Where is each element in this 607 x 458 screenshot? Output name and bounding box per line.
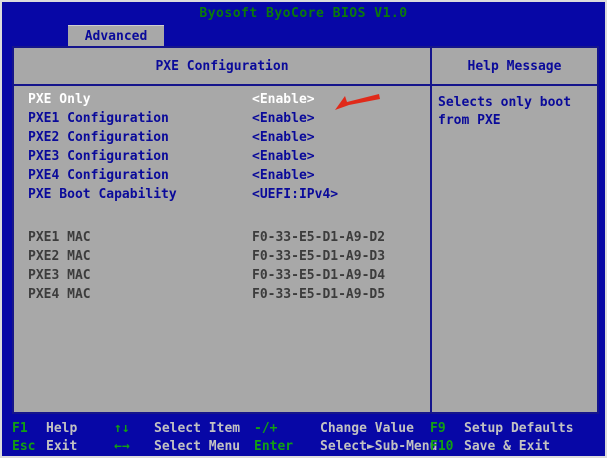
settings-list: PXE Only <Enable> PXE1 Configuration <En… [14,86,432,412]
hotkey-key: F1 [12,420,46,437]
setting-value: <Enable> [252,111,315,126]
hotkey-action: Select Menu [154,438,240,455]
info-label: PXE4 MAC [28,287,91,302]
main-panel: PXE Configuration Help Message PXE Only … [12,46,599,414]
info-value: F0-33-E5-D1-A9-D3 [252,249,385,264]
setting-label: PXE2 Configuration [28,130,169,145]
hotkey-key: F9 [430,420,464,437]
info-label: PXE1 MAC [28,230,91,245]
setting-label: PXE Only [28,92,91,107]
info-row-pxe3-mac: PXE3 MAC F0-33-E5-D1-A9-D4 [14,268,430,287]
hotkey-key: -/+ [254,420,320,437]
hotkey-action: Help [46,420,77,437]
list-spacer [14,206,430,230]
setting-row-pxe-boot-capability[interactable]: PXE Boot Capability <UEFI:IPv4> [14,187,430,206]
info-row-pxe2-mac: PXE2 MAC F0-33-E5-D1-A9-D3 [14,249,430,268]
help-panel-title: Help Message [468,59,562,74]
info-row-pxe4-mac: PXE4 MAC F0-33-E5-D1-A9-D5 [14,287,430,306]
info-label: PXE2 MAC [28,249,91,264]
help-text-line: from PXE [438,112,591,130]
hotkey-f1-help: F1 Help [12,420,77,437]
setting-row-pxe-only[interactable]: PXE Only <Enable> [14,92,430,111]
tab-advanced[interactable]: Advanced [68,25,164,46]
panel-title: PXE Configuration [155,59,288,74]
setting-row-pxe4-configuration[interactable]: PXE4 Configuration <Enable> [14,168,430,187]
hotkey-action: Setup Defaults [464,420,574,437]
hotkey-action: Exit [46,438,77,455]
setting-row-pxe2-configuration[interactable]: PXE2 Configuration <Enable> [14,130,430,149]
hotkey-key: ↑↓ [114,420,154,437]
red-arrow-cursor [334,93,382,112]
info-row-pxe1-mac: PXE1 MAC F0-33-E5-D1-A9-D2 [14,230,430,249]
hotkey-minusplus-change-value: -/+ Change Value [254,420,414,437]
hotkey-enter-select-submenu: Enter Select►Sub-Menu [254,438,437,455]
setting-value: <Enable> [252,149,315,164]
setting-label: PXE1 Configuration [28,111,169,126]
setting-value: <Enable> [252,92,315,107]
panel-header: PXE Configuration [14,48,432,86]
hotkey-leftright-select-menu: ←→ Select Menu [114,438,240,455]
hotkey-key: F10 [430,438,464,455]
hotkey-key: Esc [12,438,46,455]
hotkey-f10-save-exit: F10 Save & Exit [430,438,550,455]
help-panel-header: Help Message [432,48,597,86]
info-value: F0-33-E5-D1-A9-D5 [252,287,385,302]
info-value: F0-33-E5-D1-A9-D4 [252,268,385,283]
hotkey-f9-setup-defaults: F9 Setup Defaults [430,420,574,437]
hotkey-key: Enter [254,438,320,455]
setting-label: PXE4 Configuration [28,168,169,183]
hotkey-updown-select-item: ↑↓ Select Item [114,420,240,437]
setting-value: <Enable> [252,130,315,145]
help-text-line: Selects only boot [438,94,591,112]
setting-value: <Enable> [252,168,315,183]
info-label: PXE3 MAC [28,268,91,283]
hotkey-action: Select►Sub-Menu [320,438,437,455]
setting-row-pxe1-configuration[interactable]: PXE1 Configuration <Enable> [14,111,430,130]
bios-title: Byosoft ByoCore BIOS V1.0 [2,6,605,21]
hotkey-key: ←→ [114,438,154,455]
hotkey-action: Change Value [320,420,414,437]
tab-advanced-label: Advanced [85,29,148,44]
setting-row-pxe3-configuration[interactable]: PXE3 Configuration <Enable> [14,149,430,168]
setting-value: <UEFI:IPv4> [252,187,338,202]
hotkey-esc-exit: Esc Exit [12,438,77,455]
setting-label: PXE Boot Capability [28,187,177,202]
info-value: F0-33-E5-D1-A9-D2 [252,230,385,245]
setting-label: PXE3 Configuration [28,149,169,164]
bios-screen: Byosoft ByoCore BIOS V1.0 Advanced PXE C… [0,0,607,458]
hotkey-action: Save & Exit [464,438,550,455]
hotkey-action: Select Item [154,420,240,437]
help-panel: Selects only boot from PXE [432,86,597,412]
